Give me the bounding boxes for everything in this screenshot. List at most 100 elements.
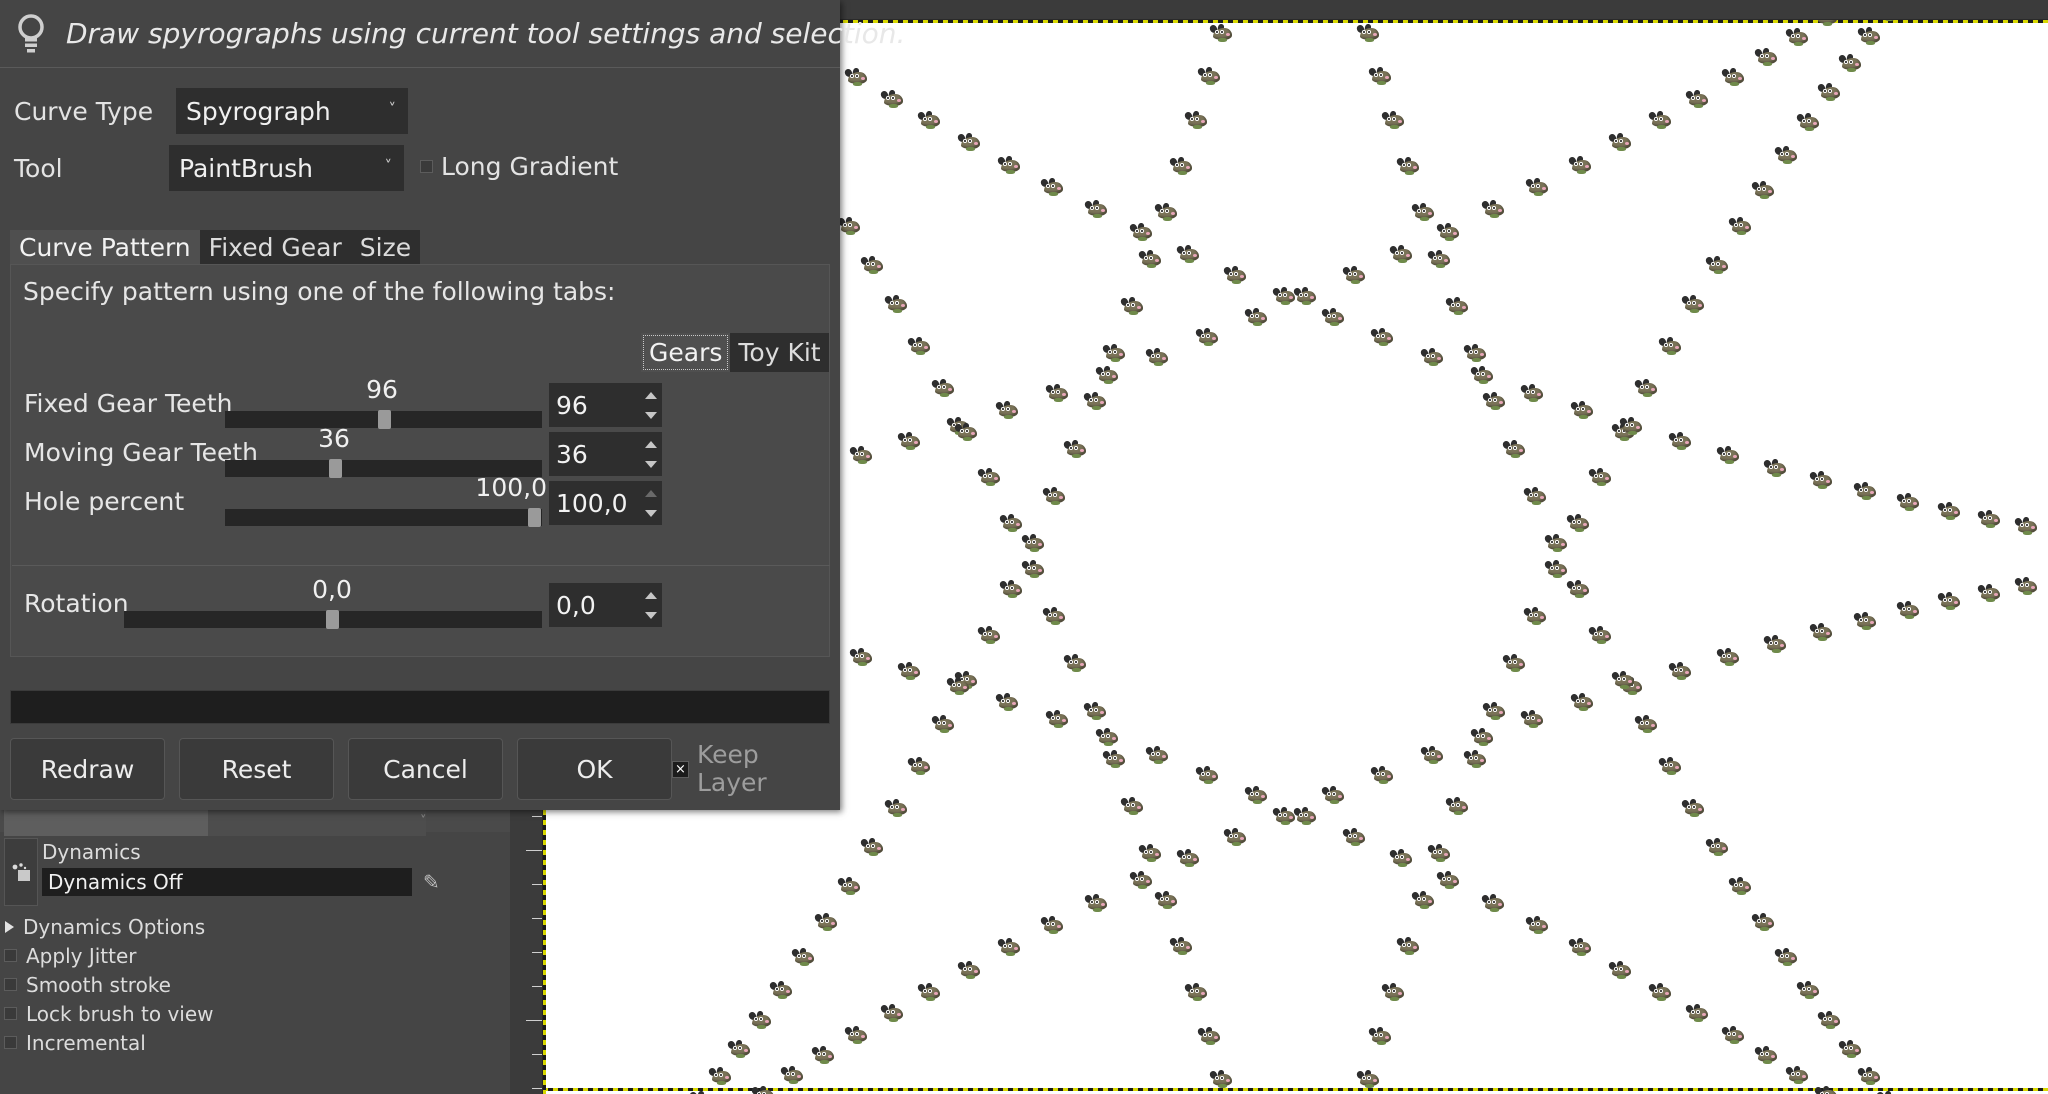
wilber-brush-stamp (750, 1085, 777, 1094)
wilber-brush-stamp (1320, 307, 1347, 328)
wilber-brush-stamp (976, 625, 1003, 646)
spinbox-moving-gear-teeth[interactable]: 36 (549, 432, 662, 476)
expander-triangle-icon (5, 920, 14, 933)
wilber-brush-stamp (836, 875, 863, 897)
tool-select[interactable]: PaintBrush ˅ (169, 145, 404, 191)
wilber-brush-stamp (1101, 749, 1128, 770)
wilber-brush-stamp (1444, 796, 1471, 817)
spinbox-arrows[interactable] (642, 585, 660, 625)
reset-button[interactable]: Reset (179, 738, 334, 800)
curve-type-value: Spyrograph (186, 96, 331, 126)
checkbox-icon[interactable] (4, 1007, 17, 1020)
cancel-button[interactable]: Cancel (348, 738, 503, 800)
edit-dynamics-icon[interactable]: ✎ (423, 870, 440, 894)
wilber-brush-stamp (1720, 67, 1747, 88)
spinbox-rotation[interactable]: 0,0 (549, 583, 662, 627)
wilber-brush-stamp (1410, 890, 1437, 911)
tab-fixed-gear[interactable]: Fixed Gear (199, 230, 351, 266)
wilber-brush-stamp (1501, 438, 1528, 460)
spinbox-arrows[interactable] (642, 434, 660, 474)
wilber-brush-stamp (1194, 765, 1221, 786)
wilber-brush-stamp (1427, 843, 1453, 864)
param-label: Fixed Gear Teeth (24, 389, 233, 418)
wilber-brush-stamp (997, 937, 1023, 958)
wilber-brush-stamp (1667, 431, 1694, 452)
spin-down-icon[interactable] (645, 509, 657, 517)
wilber-brush-stamp (998, 513, 1025, 534)
checkbox-icon[interactable] (4, 978, 17, 991)
spinbox-fixed-gear-teeth[interactable]: 96 (549, 383, 662, 427)
wilber-brush-stamp (1480, 199, 1507, 220)
param-label: Hole percent (24, 487, 185, 516)
wilber-brush-stamp (1704, 837, 1731, 858)
checkbox-long-gradient[interactable]: Long Gradient (420, 152, 618, 181)
wilber-brush-stamp (1611, 670, 1637, 691)
param-value-text: 36 (318, 424, 350, 453)
tab-size[interactable]: Size (350, 230, 421, 266)
wilber-brush-stamp (976, 467, 1003, 488)
wilber-brush-stamp (1062, 653, 1089, 674)
spinbox-arrows[interactable] (642, 483, 660, 523)
slider-track[interactable] (225, 509, 542, 526)
wilber-brush-stamp (1082, 391, 1109, 412)
checkbox-checked-icon[interactable]: × (672, 760, 689, 778)
wilber-brush-stamp (1657, 756, 1684, 777)
spin-up-icon[interactable] (645, 391, 657, 399)
ok-button[interactable]: OK (517, 738, 672, 800)
wilber-brush-stamp (1039, 177, 1066, 198)
wilber-brush-stamp (1684, 1003, 1711, 1024)
wilber-brush-stamp (1083, 892, 1110, 914)
wilber-brush-stamp (1795, 112, 1822, 133)
dynamics-preview-icon[interactable] (4, 838, 38, 906)
wilber-brush-stamp (1808, 470, 1835, 491)
dynamics-options-expander[interactable]: Dynamics Options (4, 912, 205, 941)
wilber-brush-stamp (879, 88, 906, 110)
checkbox-incremental[interactable]: Incremental (4, 1028, 146, 1057)
wilber-brush-stamp (1129, 221, 1155, 243)
dynamics-preset-field[interactable]: Dynamics Off (42, 868, 412, 896)
wilber-brush-stamp (1094, 727, 1121, 748)
spinbox-value: 100,0 (556, 488, 628, 518)
spin-up-icon[interactable] (645, 489, 657, 497)
wilber-brush-stamp (1044, 709, 1071, 730)
wilber-brush-stamp (1175, 848, 1202, 869)
spin-up-icon[interactable] (645, 591, 657, 599)
spinbox-arrows[interactable] (642, 385, 660, 425)
wilber-brush-stamp (1543, 533, 1570, 554)
curve-type-select[interactable]: Spyrograph ˅ (176, 88, 408, 134)
wilber-brush-stamp (1895, 600, 1922, 621)
wilber-brush-stamp (1094, 365, 1121, 386)
spin-down-icon[interactable] (645, 460, 657, 468)
wilber-brush-stamp (1481, 701, 1508, 722)
checkbox-apply-jitter[interactable]: Apply Jitter (4, 941, 137, 970)
redraw-button[interactable]: Redraw (10, 738, 165, 800)
wilber-brush-stamp (1750, 180, 1777, 201)
spin-up-icon[interactable] (645, 440, 657, 448)
checkbox-lock-brush-to-view[interactable]: Lock brush to view (4, 999, 214, 1028)
wilber-brush-stamp (1852, 610, 1879, 632)
wilber-brush-stamp (1814, 20, 1840, 28)
spin-down-icon[interactable] (645, 411, 657, 419)
wilber-brush-stamp (1042, 606, 1068, 627)
tab-curve-pattern[interactable]: Curve Pattern (10, 230, 200, 266)
wilber-brush-stamp (813, 912, 840, 933)
dialog-tab-bar: Curve Pattern Fixed Gear Size (10, 228, 830, 266)
slider-thumb[interactable] (528, 508, 541, 527)
subtab-toy-kit[interactable]: Toy Kit (730, 333, 829, 372)
spin-down-icon[interactable] (645, 611, 657, 619)
slider-thumb[interactable] (326, 610, 339, 629)
wilber-brush-stamp (896, 661, 923, 682)
checkbox-icon[interactable] (4, 949, 17, 962)
checkbox-smooth-stroke[interactable]: Smooth stroke (4, 970, 171, 999)
wilber-brush-stamp (1715, 445, 1742, 466)
wilber-brush-stamp (1937, 500, 1963, 522)
wilber-brush-stamp (1435, 221, 1462, 243)
spinbox-hole-percent[interactable]: 100,0 (549, 481, 662, 525)
checkbox-keep-layer[interactable]: × Keep Layer (672, 738, 832, 800)
subtab-gears[interactable]: Gears (641, 333, 731, 372)
force-slider-track[interactable] (208, 810, 426, 836)
checkbox-icon[interactable] (420, 160, 433, 173)
chevron-down-icon[interactable]: ˅ (420, 814, 427, 829)
wilber-brush-stamp (1435, 870, 1462, 891)
checkbox-icon[interactable] (4, 1036, 17, 1049)
